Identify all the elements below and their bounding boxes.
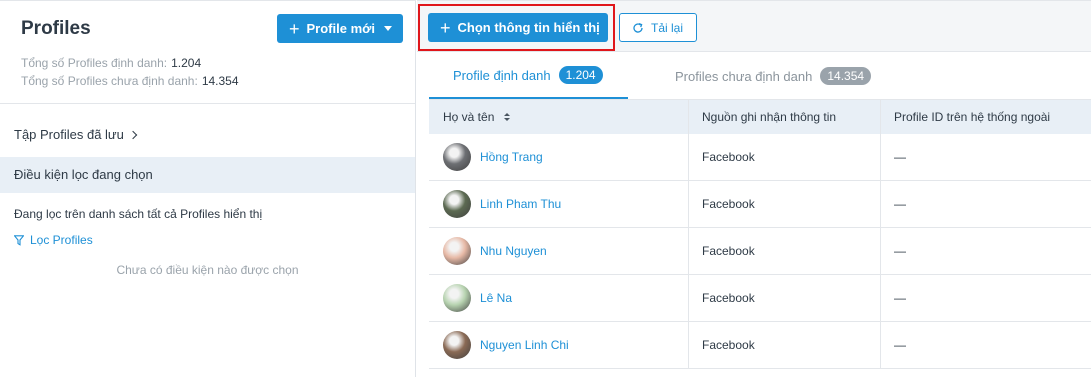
column-header-name[interactable]: Họ và tên — [429, 99, 689, 135]
select-display-info-button[interactable]: + Chọn thông tin hiển thị — [428, 13, 608, 42]
stat-value: 14.354 — [201, 74, 239, 88]
select-display-info-label: Chọn thông tin hiển thị — [457, 20, 600, 35]
name-cell: Nguyen Linh Chi — [429, 321, 689, 369]
profile-name-link[interactable]: Hồng Trang — [480, 150, 543, 164]
tab-unidentified-profiles[interactable]: Profiles chưa định danh 14.354 — [675, 53, 872, 99]
reload-button[interactable]: Tải lại — [619, 13, 697, 42]
column-header-source: Nguồn ghi nhận thông tin — [689, 99, 881, 135]
divider — [0, 103, 415, 104]
unidentified-count-stat: Tổng số Profiles chưa định danh: 14.354 — [21, 74, 239, 88]
plus-icon: + — [289, 18, 300, 39]
profiles-sidebar: Profiles + Profile mới Tổng số Profiles … — [0, 0, 416, 377]
profile-name-link[interactable]: Lê Na — [480, 291, 512, 305]
count-badge: 1.204 — [558, 66, 603, 84]
refresh-icon — [633, 22, 643, 33]
source-cell: Facebook — [689, 227, 881, 275]
sidebar-top-border — [0, 0, 416, 1]
reload-label: Tải lại — [651, 20, 684, 35]
page-title: Profiles — [21, 18, 91, 39]
profile-name-link[interactable]: Linh Pham Thu — [480, 197, 561, 211]
caret-down-icon[interactable] — [384, 26, 392, 31]
avatar — [443, 143, 471, 171]
table-row[interactable]: Linh Pham Thu Facebook — — [429, 180, 1091, 228]
table-row[interactable]: Lê Na Facebook — — [429, 274, 1091, 322]
filtering-description: Đang lọc trên danh sách tất cả Profiles … — [14, 207, 263, 221]
profiles-main: + Chọn thông tin hiển thị Tải lại Profil… — [417, 0, 1091, 377]
source-cell: Facebook — [689, 180, 881, 228]
profile-name-link[interactable]: Nhu Nguyen — [480, 244, 547, 258]
name-cell: Linh Pham Thu — [429, 180, 689, 228]
tab-label: Profiles chưa định danh — [675, 68, 813, 84]
filter-conditions-header: Điều kiện lọc đang chọn — [0, 157, 415, 193]
avatar — [443, 190, 471, 218]
profile-tabs: Profile định danh 1.204 Profiles chưa đị… — [429, 53, 1091, 99]
new-profile-label: Profile mới — [306, 21, 375, 36]
stat-label: Tổng số Profiles định danh: — [21, 56, 168, 70]
stat-label: Tổng số Profiles chưa định danh: — [21, 74, 198, 88]
table-body: Hồng Trang Facebook — Linh Pham Thu Facebook… — [429, 133, 1091, 369]
column-header-external-id: Profile ID trên hệ thống ngoài — [894, 110, 1051, 124]
tab-identified-profiles[interactable]: Profile định danh 1.204 — [429, 53, 628, 99]
saved-sets-label: Tập Profiles đã lưu — [14, 127, 124, 142]
filter-link-label: Lọc Profiles — [30, 233, 93, 247]
external-id-cell: — — [894, 150, 906, 164]
filter-icon — [14, 234, 24, 246]
avatar — [443, 331, 471, 359]
empty-conditions-text: Chưa có điều kiện nào được chọn — [116, 263, 299, 277]
source-cell: Facebook — [689, 321, 881, 369]
column-header-label: Họ và tên — [443, 110, 495, 124]
table-header: Họ và tên Nguồn ghi nhận thông tin Profi… — [429, 99, 1091, 135]
identified-count-stat: Tổng số Profiles định danh: 1.204 — [21, 56, 201, 70]
external-id-cell: — — [894, 197, 906, 211]
stat-value: 1.204 — [171, 56, 202, 70]
table-row[interactable]: Nguyen Linh Chi Facebook — — [429, 321, 1091, 369]
tab-label: Profile định danh — [453, 67, 551, 83]
new-profile-button[interactable]: + Profile mới — [277, 14, 403, 43]
chevron-right-icon — [128, 130, 138, 139]
external-id-cell: — — [894, 338, 906, 352]
filter-profiles-link[interactable]: Lọc Profiles — [14, 233, 93, 247]
external-id-cell: — — [894, 291, 906, 305]
saved-profile-sets-link[interactable]: Tập Profiles đã lưu — [14, 127, 138, 142]
profile-name-link[interactable]: Nguyen Linh Chi — [480, 338, 569, 352]
name-cell: Hồng Trang — [429, 133, 689, 181]
source-cell: Facebook — [689, 274, 881, 322]
sort-icon[interactable] — [504, 113, 511, 121]
avatar — [443, 237, 471, 265]
table-row[interactable]: Nhu Nguyen Facebook — — [429, 227, 1091, 275]
external-id-cell: — — [894, 244, 906, 258]
name-cell: Lê Na — [429, 274, 689, 322]
toolbar: + Chọn thông tin hiển thị Tải lại — [417, 0, 1091, 52]
table-row[interactable]: Hồng Trang Facebook — — [429, 133, 1091, 181]
plus-icon: + — [440, 17, 451, 38]
profiles-table: Họ và tên Nguồn ghi nhận thông tin Profi… — [429, 99, 1091, 369]
count-badge: 14.354 — [820, 67, 872, 85]
source-cell: Facebook — [689, 133, 881, 181]
name-cell: Nhu Nguyen — [429, 227, 689, 275]
avatar — [443, 284, 471, 312]
